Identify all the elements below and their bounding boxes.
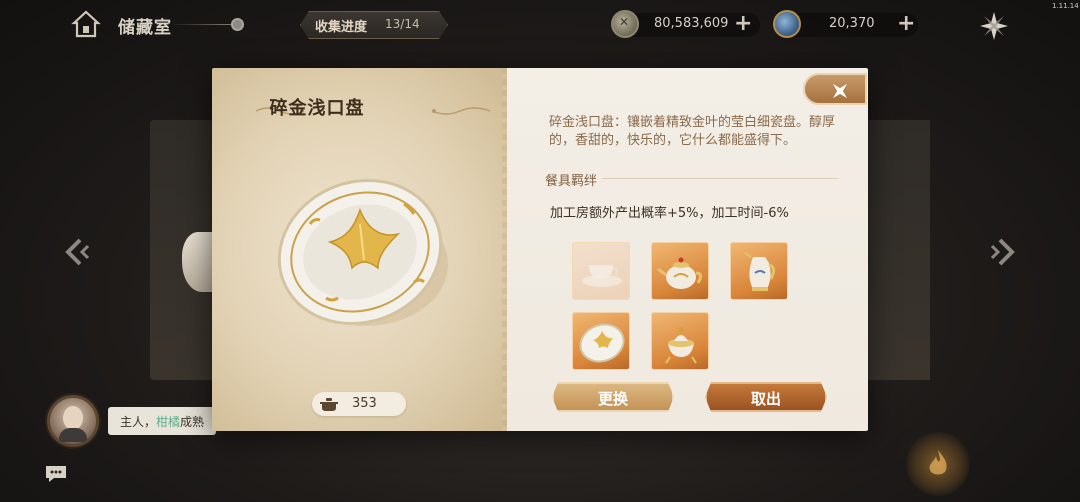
plate-image — [274, 164, 454, 344]
remove-button[interactable]: 取出 — [705, 382, 827, 412]
teacup-icon — [582, 265, 622, 287]
add-coin-button[interactable]: + — [734, 13, 752, 35]
chat-highlight: 柑橘 — [156, 415, 181, 429]
gem-amount: 20,370 — [829, 16, 875, 31]
chat-icon[interactable] — [44, 464, 68, 484]
coin-amount: 80,583,609 — [654, 16, 729, 31]
set-item-pitcher[interactable] — [730, 242, 788, 300]
flame-icon[interactable] — [906, 432, 970, 496]
teapot-icon — [657, 257, 703, 289]
background-shelf-right — [866, 120, 930, 380]
menu-star-icon[interactable] — [978, 10, 1010, 42]
pitcher-icon — [744, 252, 776, 291]
section-divider — [602, 178, 838, 179]
close-button[interactable] — [803, 73, 867, 105]
item-detail-dialog: 碎金浅口盘 353 碎金浅口盘：镶嵌着精致金叶的莹白细瓷盘。醇厚的，香甜的，快乐… — [212, 68, 868, 431]
progress-value: 13/14 — [385, 17, 420, 31]
title-divider — [170, 24, 232, 25]
gem-icon — [773, 10, 801, 38]
butler-avatar[interactable] — [47, 395, 99, 447]
pot-icon — [320, 396, 338, 412]
chat-suffix: 成熟 — [180, 415, 205, 429]
coin-icon — [611, 10, 639, 38]
chat-message: 主人，柑橘成熟 — [120, 413, 204, 430]
home-icon[interactable] — [70, 8, 102, 40]
next-arrow-icon[interactable] — [986, 236, 1018, 268]
set-section-title: 餐具羁绊 — [545, 174, 598, 189]
title-dot-icon — [231, 18, 244, 31]
version-label: 1.11.14 — [1052, 2, 1079, 10]
chat-prefix: 主人， — [120, 415, 157, 429]
page-title: 储藏室 — [118, 18, 172, 38]
set-item-teapot[interactable] — [651, 242, 709, 300]
sugar-bowl-icon — [665, 327, 697, 364]
set-item-teacup[interactable] — [572, 242, 630, 300]
progress-label: 收集进度 — [315, 20, 368, 35]
prev-arrow-icon[interactable] — [62, 236, 94, 268]
item-count: 353 — [352, 396, 377, 411]
set-effect: 加工房额外产出概率+5%，加工时间-6% — [550, 206, 789, 221]
flourish-right-icon — [430, 102, 492, 115]
item-name: 碎金浅口盘 — [269, 98, 365, 119]
set-item-sugar-bowl[interactable] — [651, 312, 709, 370]
set-item-plate[interactable] — [572, 312, 630, 370]
close-icon — [832, 83, 848, 99]
item-description: 碎金浅口盘：镶嵌着精致金叶的莹白细瓷盘。醇厚的，香甜的，快乐的，它什么都能盛得下… — [549, 115, 836, 148]
add-gem-button[interactable]: + — [897, 13, 915, 35]
swap-button[interactable]: 更换 — [552, 382, 674, 412]
plate-icon — [579, 323, 625, 363]
